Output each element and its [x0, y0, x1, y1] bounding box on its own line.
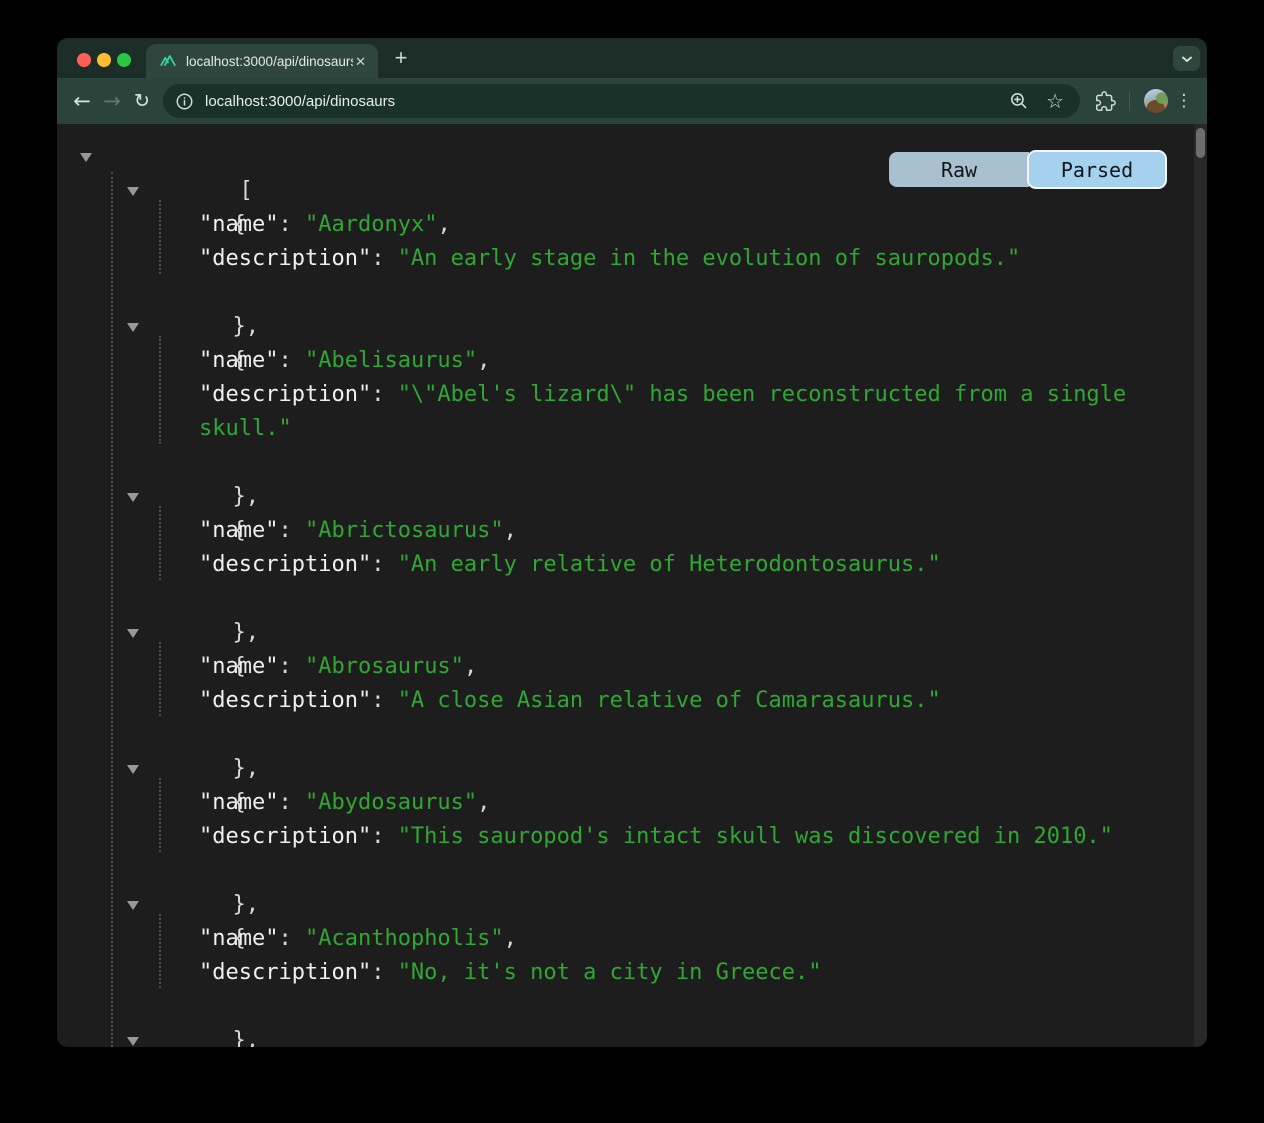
new-tab-button[interactable]: +: [387, 45, 415, 73]
json-object: { "name": "Abelisaurus", "description": …: [57, 310, 1194, 480]
collapse-triangle-icon[interactable]: [127, 323, 139, 332]
json-object-close-row: },: [57, 582, 1194, 616]
collapse-triangle-icon[interactable]: [127, 493, 139, 502]
indent-guide: [159, 506, 161, 580]
json-object-close-row: },: [57, 718, 1194, 752]
desktop-background: localhost:3000/api/dinosaurs ✕ + ← → ↻: [0, 0, 1264, 1123]
indent-guide: [159, 336, 161, 444]
object-open-brace: {: [232, 654, 245, 679]
json-description-line: "description": "\"Abel's lizard\" has be…: [199, 378, 1159, 446]
toolbar-divider: [1129, 91, 1130, 111]
indent-guide: [159, 642, 161, 716]
json-object-close-row: },: [57, 854, 1194, 888]
json-object: { "name": "Aardonyx", "description": "An…: [57, 174, 1194, 310]
json-object: { "name": "Abydosaurus", "description": …: [57, 752, 1194, 888]
indent-guide: [159, 914, 161, 988]
collapse-triangle-icon[interactable]: [80, 153, 92, 162]
address-bar[interactable]: localhost:3000/api/dinosaurs ☆: [163, 84, 1080, 118]
chevron-down-icon: [1181, 55, 1193, 63]
tab-title: localhost:3000/api/dinosaurs: [186, 54, 353, 69]
json-object: {: [57, 1024, 1194, 1047]
minimize-window-button[interactable]: [97, 53, 111, 67]
browser-window: localhost:3000/api/dinosaurs ✕ + ← → ↻: [57, 38, 1207, 1047]
object-open-brace: {: [232, 518, 245, 543]
json-object-open-row: {: [57, 888, 1194, 922]
extensions-puzzle-icon[interactable]: [1090, 86, 1120, 116]
site-info-icon[interactable]: [175, 92, 194, 111]
collapse-triangle-icon[interactable]: [127, 901, 139, 910]
collapse-triangle-icon[interactable]: [127, 187, 139, 196]
json-viewer: [ { "name": "Aardonyx", "description": "…: [57, 124, 1194, 1047]
json-object-close-row: },: [57, 990, 1194, 1024]
json-object: { "name": "Abrosaurus", "description": "…: [57, 616, 1194, 752]
json-entries: { "name": "Aardonyx", "description": "An…: [57, 174, 1194, 1047]
tab-close-icon[interactable]: ✕: [353, 53, 368, 70]
object-open-brace: {: [232, 212, 245, 237]
json-description-line: "description": "This sauropod's intact s…: [199, 820, 1159, 854]
browser-toolbar: ← → ↻ localhost:3000/api/dinosaurs ☆: [57, 78, 1207, 124]
json-object-open-row: {: [57, 1024, 1194, 1047]
tab-strip: localhost:3000/api/dinosaurs ✕ +: [57, 38, 1207, 78]
page-content: [ { "name": "Aardonyx", "description": "…: [57, 124, 1207, 1047]
collapse-triangle-icon[interactable]: [127, 1037, 139, 1046]
json-name-line: "name": "Abrosaurus",: [199, 650, 1159, 684]
json-object-open-row: {: [57, 752, 1194, 786]
object-open-brace: {: [232, 348, 245, 373]
indent-guide: [159, 200, 161, 274]
reload-button[interactable]: ↻: [127, 86, 157, 116]
json-object-close-row: },: [57, 276, 1194, 310]
bookmark-star-icon[interactable]: ☆: [1046, 89, 1064, 113]
json-name-line: "name": "Aardonyx",: [199, 208, 1159, 242]
json-name-line: "name": "Acanthopholis",: [199, 922, 1159, 956]
maximize-window-button[interactable]: [117, 53, 131, 67]
forward-button[interactable]: →: [97, 86, 127, 116]
collapse-triangle-icon[interactable]: [127, 765, 139, 774]
json-description-line: "description": "An early relative of Het…: [199, 548, 1159, 582]
url-text: localhost:3000/api/dinosaurs: [205, 93, 1009, 110]
json-description-line: "description": "No, it's not a city in G…: [199, 956, 1159, 990]
zoom-indicator-icon[interactable]: [1009, 91, 1029, 111]
parsed-button[interactable]: Parsed: [1027, 150, 1167, 189]
json-name-line: "name": "Abelisaurus",: [199, 344, 1159, 378]
json-object-open-row: {: [57, 310, 1194, 344]
json-object-open-row: {: [57, 480, 1194, 514]
json-object-close-row: },: [57, 446, 1194, 480]
raw-parsed-toggle: Raw Parsed: [889, 150, 1167, 189]
profile-avatar[interactable]: [1144, 89, 1168, 113]
raw-button[interactable]: Raw: [889, 152, 1029, 187]
back-button[interactable]: ←: [67, 86, 97, 116]
json-object: { "name": "Acanthopholis", "description"…: [57, 888, 1194, 1024]
json-name-line: "name": "Abydosaurus",: [199, 786, 1159, 820]
json-description-line: "description": "An early stage in the ev…: [199, 242, 1159, 276]
scrollbar-thumb[interactable]: [1196, 128, 1205, 158]
tab-search-button[interactable]: [1173, 46, 1200, 71]
json-object: { "name": "Abrictosaurus", "description"…: [57, 480, 1194, 616]
collapse-triangle-icon[interactable]: [127, 629, 139, 638]
json-description-line: "description": "A close Asian relative o…: [199, 684, 1159, 718]
favicon-mountains-icon: [159, 52, 177, 70]
browser-menu-kebab-icon[interactable]: ⋮: [1173, 91, 1195, 111]
json-name-line: "name": "Abrictosaurus",: [199, 514, 1159, 548]
json-object-open-row: {: [57, 616, 1194, 650]
browser-tab[interactable]: localhost:3000/api/dinosaurs ✕: [146, 44, 378, 78]
close-window-button[interactable]: [77, 53, 91, 67]
object-open-brace: {: [232, 926, 245, 951]
object-open-brace: {: [232, 790, 245, 815]
scrollbar-track[interactable]: [1194, 124, 1207, 1047]
indent-guide: [159, 778, 161, 852]
